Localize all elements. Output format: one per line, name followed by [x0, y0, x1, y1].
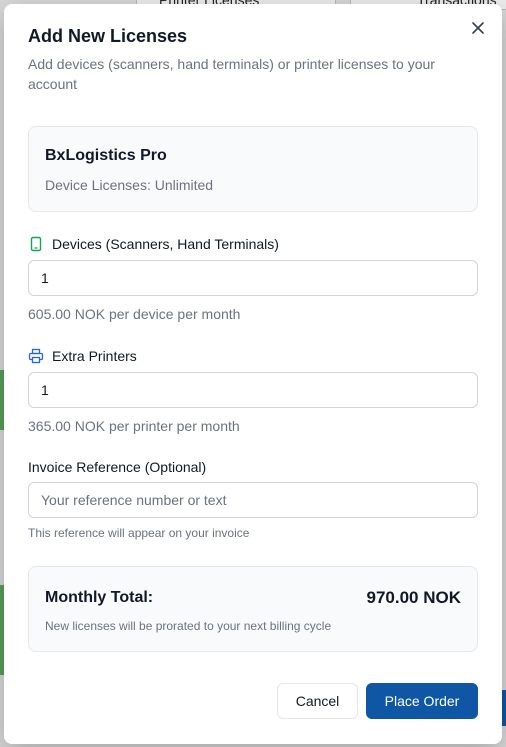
devices-quantity-input[interactable] [28, 260, 478, 296]
devices-price-note: 605.00 NOK per device per month [28, 306, 241, 322]
dialog-title: Add New Licenses [28, 26, 188, 46]
plan-detail: Device Licenses: Unlimited [45, 177, 214, 193]
invoice-reference-label-text: Invoice Reference (Optional) [28, 459, 207, 475]
devices-label: Devices (Scanners, Hand Terminals) [28, 236, 279, 252]
printers-quantity-input[interactable] [28, 372, 478, 408]
plan-card: BxLogistics Pro Device Licenses: Unlimit… [28, 126, 478, 212]
printer-icon [28, 348, 44, 364]
monthly-total-note: New licenses will be prorated to your ne… [45, 619, 332, 633]
invoice-reference-note: This reference will appear on your invoi… [28, 526, 250, 540]
devices-label-text: Devices (Scanners, Hand Terminals) [52, 236, 279, 252]
dialog-subtitle: Add devices (scanners, hand terminals) o… [28, 56, 435, 92]
monthly-total-value: 970.00 NOK [366, 588, 462, 607]
add-licenses-dialog: Add New Licenses Add devices (scanners, … [4, 4, 502, 744]
plan-name: BxLogistics Pro [45, 147, 167, 164]
device-icon [28, 236, 44, 252]
invoice-reference-input[interactable] [28, 482, 478, 518]
place-order-button[interactable]: Place Order [366, 683, 478, 719]
printers-price-note: 365.00 NOK per printer per month [28, 418, 240, 434]
printers-label-text: Extra Printers [52, 348, 137, 364]
close-icon [472, 22, 484, 34]
monthly-total-card: Monthly Total: 970.00 NOK New licenses w… [28, 566, 478, 652]
close-button[interactable] [468, 18, 488, 38]
invoice-reference-label: Invoice Reference (Optional) [28, 459, 206, 475]
monthly-total-label: Monthly Total: [45, 589, 154, 606]
printers-label: Extra Printers [28, 348, 137, 364]
cancel-button[interactable]: Cancel [277, 683, 358, 719]
